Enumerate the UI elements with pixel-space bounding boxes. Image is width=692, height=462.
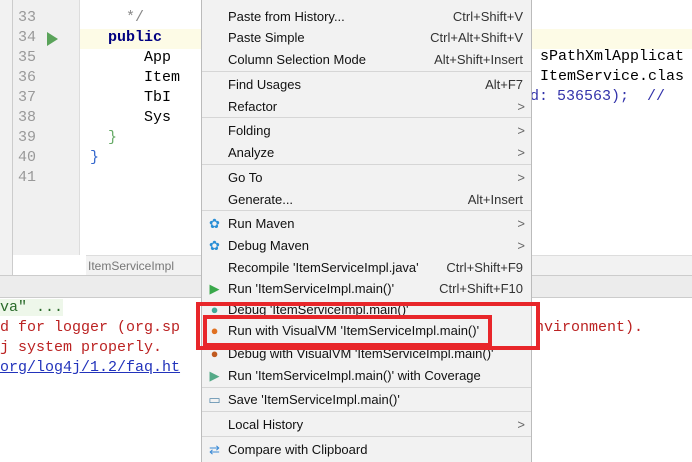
code-line: App xyxy=(90,49,172,66)
menu-item-refactor[interactable]: Refactor > xyxy=(202,96,531,117)
menu-item-label: Run Maven xyxy=(228,216,295,231)
menu-item-label: Recompile 'ItemServiceImpl.java' xyxy=(228,260,419,275)
submenu-arrow-icon: > xyxy=(517,99,525,114)
menu-item-run-itemserviceimpl-main-with-coverage[interactable]: ▶ Run 'ItemServiceImpl.main()' with Cover… xyxy=(202,365,531,386)
menu-item-debug-maven[interactable]: ✿ Debug Maven > xyxy=(202,235,531,256)
menu-item-label: Analyze xyxy=(228,145,275,160)
line-number: 36 xyxy=(18,69,37,86)
submenu-arrow-icon: > xyxy=(517,238,525,253)
menu-item-run-itemserviceimpl-main[interactable]: ▶ Run 'ItemServiceImpl.main()' Ctrl+Shift+… xyxy=(202,278,531,299)
coverage-icon: ▶ xyxy=(209,368,220,383)
menu-separator xyxy=(202,117,531,118)
menu-item-paste-simple[interactable]: Paste Simple Ctrl+Alt+Shift+V xyxy=(202,27,531,48)
menu-item-generate[interactable]: Generate... Alt+Insert xyxy=(202,189,531,210)
menu-item-column-selection-mode[interactable]: Column Selection Mode Alt+Shift+Insert xyxy=(202,49,531,70)
submenu-arrow-icon: > xyxy=(517,216,525,231)
menu-separator xyxy=(202,411,531,412)
line-number: 34 xyxy=(18,29,37,46)
menu-item-shortcut: Ctrl+Shift+F9 xyxy=(446,260,523,275)
menu-separator xyxy=(202,210,531,211)
menu-item-label: Local History xyxy=(228,417,304,432)
menu-item-label: Compare with Clipboard xyxy=(228,442,368,457)
run-icon: ▶ xyxy=(209,281,220,296)
code-fragment: d: 536563); // xyxy=(530,88,666,105)
menu-item-local-history[interactable]: Local History > xyxy=(202,414,531,435)
project-panel-edge xyxy=(0,0,13,275)
menu-separator xyxy=(202,164,531,165)
save-icon: ▭ xyxy=(208,392,221,407)
menu-item-recompile-itemserviceimpl-java[interactable]: Recompile 'ItemServiceImpl.java' Ctrl+Shi… xyxy=(202,257,531,278)
code-line: public xyxy=(90,29,172,46)
highlight-box-inner xyxy=(203,315,492,347)
menu-item-shortcut: Alt+Shift+Insert xyxy=(434,52,523,67)
menu-item-save-itemserviceimpl-main[interactable]: ▭ Save 'ItemServiceImpl.main()' xyxy=(202,389,531,410)
menu-item-label: Paste Simple xyxy=(228,30,305,45)
menu-item-shortcut: Alt+Insert xyxy=(467,192,523,207)
code-line: TbI xyxy=(90,89,172,106)
menu-item-shortcut: Ctrl+Shift+F10 xyxy=(439,281,523,296)
code-line: } xyxy=(90,129,118,146)
menu-item-go-to[interactable]: Go To > xyxy=(202,167,531,188)
code-fragment: ItemService.clas xyxy=(540,68,685,85)
menu-separator xyxy=(202,436,531,437)
menu-item-analyze[interactable]: Analyze > xyxy=(202,142,531,163)
run-gutter-icon[interactable] xyxy=(47,32,58,46)
menu-item-shortcut: Ctrl+Shift+V xyxy=(452,9,523,24)
line-number: 35 xyxy=(18,49,37,66)
line-number: 38 xyxy=(18,109,37,126)
menu-item-run-maven[interactable]: ✿ Run Maven > xyxy=(202,213,531,234)
menu-item-compare-with-clipboard[interactable]: ⇄ Compare with Clipboard xyxy=(202,439,531,460)
menu-item-shortcut: Ctrl+Alt+Shift+V xyxy=(430,30,523,45)
compare-icon: ⇄ xyxy=(209,442,220,457)
menu-item-label: Run 'ItemServiceImpl.main()' xyxy=(228,281,395,296)
menu-item-label: Refactor xyxy=(228,99,278,114)
menu-item-label: Paste from History... xyxy=(228,9,345,24)
menu-item-label: Run 'ItemServiceImpl.main()' with Covera… xyxy=(228,368,481,383)
submenu-arrow-icon: > xyxy=(517,123,525,138)
gear-icon: ✿ xyxy=(209,238,220,253)
line-number: 41 xyxy=(18,169,37,186)
code-fragment: sPathXmlApplicat xyxy=(540,48,685,65)
menu-item-label: Folding xyxy=(228,123,271,138)
code-line: */ xyxy=(90,9,145,26)
console-line: j system properly. xyxy=(0,339,163,356)
code-line: } xyxy=(90,149,100,166)
menu-item-label: Debug Maven xyxy=(228,238,309,253)
menu-item-label: Find Usages xyxy=(228,77,301,92)
console-line: nvironment). xyxy=(535,319,644,336)
context-menu: Paste from History... Ctrl+Shift+V Paste S… xyxy=(201,0,532,462)
menu-item-label: Generate... xyxy=(228,192,294,207)
menu-item-folding[interactable]: Folding > xyxy=(202,120,531,141)
console-link[interactable]: org/log4j/1.2/faq.ht xyxy=(0,359,180,376)
submenu-arrow-icon: > xyxy=(517,170,525,185)
console-line: va" ... xyxy=(0,299,64,316)
submenu-arrow-icon: > xyxy=(517,145,525,160)
menu-item-paste-from-history[interactable]: Paste from History... Ctrl+Shift+V xyxy=(202,6,531,27)
gear-icon: ✿ xyxy=(209,216,220,231)
line-number: 39 xyxy=(18,129,37,146)
line-number: 33 xyxy=(18,9,37,26)
breadcrumb-item[interactable]: ItemServiceImpl xyxy=(88,259,174,273)
menu-item-label: Column Selection Mode xyxy=(228,52,367,67)
menu-item-find-usages[interactable]: Find Usages Alt+F7 xyxy=(202,74,531,95)
line-number: 37 xyxy=(18,89,37,106)
code-line: Sys xyxy=(90,109,172,126)
submenu-arrow-icon: > xyxy=(517,417,525,432)
menu-separator xyxy=(202,71,531,72)
line-number: 40 xyxy=(18,149,37,166)
code-line: Item xyxy=(90,69,181,86)
menu-item-label: Go To xyxy=(228,170,263,185)
menu-separator xyxy=(202,387,531,388)
menu-item-shortcut: Alt+F7 xyxy=(485,77,523,92)
menu-item-label: Save 'ItemServiceImpl.main()' xyxy=(228,392,400,407)
console-line: d for logger (org.sp xyxy=(0,319,181,336)
